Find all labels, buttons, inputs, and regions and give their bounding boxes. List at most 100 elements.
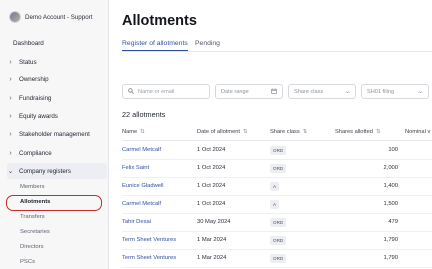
allottee-name-link[interactable]: Carmel Metcalf bbox=[122, 147, 161, 153]
allottee-name-link[interactable]: Eunice Gladwell bbox=[122, 183, 164, 189]
share-class-badge: ORD bbox=[270, 146, 287, 155]
allotment-date: 1 Oct 2024 bbox=[197, 201, 226, 207]
chevron-right-icon: › bbox=[9, 130, 12, 138]
sidebar-item-status[interactable]: › Status bbox=[7, 54, 107, 70]
chevron-right-icon: › bbox=[9, 94, 12, 102]
allotment-date: 1 Mar 2024 bbox=[197, 237, 227, 243]
allotment-date: 1 Oct 2024 bbox=[197, 183, 226, 189]
column-header-share-class[interactable]: Share class ⇅ bbox=[270, 129, 307, 135]
allottee-name-link[interactable]: Carmel Metcalf bbox=[122, 201, 161, 207]
sidebar-subitem-directors[interactable]: Directors bbox=[20, 244, 44, 250]
sidebar-item-label: Status bbox=[19, 58, 37, 66]
table-row[interactable]: Felix Saint 1 Oct 2024 ORD 2,000 bbox=[122, 160, 432, 178]
column-header-label: Nominal v bbox=[405, 129, 431, 135]
column-header-date[interactable]: Date of allotment ⇅ bbox=[197, 129, 248, 135]
share-class-badge: A bbox=[270, 200, 280, 209]
chevron-right-icon: › bbox=[9, 112, 12, 120]
shares-allotted: 100 bbox=[388, 147, 398, 153]
table-row[interactable]: Tahir Desai 30 May 2024 ORD 479 bbox=[122, 214, 432, 232]
column-header-shares-allotted[interactable]: Shares allotted ⇅ bbox=[335, 129, 381, 135]
shares-allotted: 2,000 bbox=[383, 165, 398, 171]
column-header-nominal-value[interactable]: Nominal v bbox=[405, 129, 430, 135]
share-class-badge: ORD bbox=[270, 218, 287, 227]
shares-allotted: 479 bbox=[388, 219, 398, 225]
table-row[interactable]: Carmel Metcalf 1 Oct 2024 ORD 100 bbox=[122, 142, 432, 160]
chevron-down-icon: ⌄ bbox=[7, 167, 14, 175]
share-class-badge: ORD bbox=[270, 164, 287, 173]
sidebar-item-label: Company registers bbox=[19, 167, 71, 175]
sort-icon: ⇅ bbox=[140, 129, 145, 135]
column-header-label: Share class bbox=[270, 129, 300, 135]
allotment-date: 1 Oct 2024 bbox=[197, 165, 226, 171]
sidebar-item-label: Compliance bbox=[19, 149, 52, 157]
sidebar-item-label: Ownership bbox=[19, 75, 49, 83]
column-header-label: Name bbox=[122, 129, 138, 135]
sidebar: Demo Account - Support Dashboard › Statu… bbox=[0, 0, 109, 269]
allottee-name-link[interactable]: Tahir Desai bbox=[122, 219, 151, 225]
filing-label: SH01 filing bbox=[367, 88, 395, 95]
sidebar-subitem-members[interactable]: Members bbox=[20, 184, 45, 190]
table-row[interactable]: Eunice Gladwell 1 Oct 2024 A 1,400 bbox=[122, 178, 432, 196]
chevron-right-icon: › bbox=[9, 58, 12, 66]
share-class-badge: A bbox=[270, 182, 280, 191]
sidebar-item-ownership[interactable]: › Ownership bbox=[7, 71, 107, 87]
share-class-select[interactable]: Share class ⌄ bbox=[288, 84, 356, 99]
chevron-down-icon: ⌄ bbox=[344, 89, 350, 95]
sidebar-item-compliance[interactable]: › Compliance bbox=[7, 145, 107, 161]
table-row[interactable]: Term Sheet Ventures 1 Mar 2024 ORD 1,790 bbox=[122, 250, 432, 268]
sort-icon: ⇅ bbox=[375, 129, 381, 135]
sidebar-item-label: Fundraising bbox=[19, 94, 52, 102]
page-title: Allotments bbox=[122, 13, 197, 29]
share-class-badge: ORD bbox=[270, 236, 287, 245]
sidebar-item-fundraising[interactable]: › Fundraising bbox=[7, 90, 107, 106]
sort-icon: ⇅ bbox=[302, 129, 308, 135]
sidebar-subitem-transfers[interactable]: Transfers bbox=[20, 214, 45, 220]
sidebar-item-stakeholder-management[interactable]: › Stakeholder management bbox=[7, 126, 107, 142]
table-row[interactable]: Carmel Metcalf 1 Oct 2024 A 1,500 bbox=[122, 196, 432, 214]
calendar-icon bbox=[271, 88, 277, 96]
column-header-label: Date of allotment bbox=[197, 129, 240, 135]
chevron-right-icon: › bbox=[9, 149, 12, 157]
allotment-count: 22 allotments bbox=[122, 110, 166, 119]
allottee-name-link[interactable]: Term Sheet Ventures bbox=[122, 237, 176, 243]
sidebar-subitem-allotments[interactable]: Allotments bbox=[20, 199, 50, 205]
sidebar-subitem-secretaries[interactable]: Secretaries bbox=[20, 229, 50, 235]
tab-register-of-allotments[interactable]: Register of allotments bbox=[122, 40, 188, 47]
column-header-name[interactable]: Name ⇅ bbox=[122, 129, 145, 135]
column-header-label: Shares allotted bbox=[335, 129, 373, 135]
sort-icon: ⇅ bbox=[243, 129, 248, 135]
allotment-date: 1 Oct 2024 bbox=[197, 147, 226, 153]
sidebar-item-equity-awards[interactable]: › Equity awards bbox=[7, 108, 107, 124]
sidebar-item-dashboard[interactable]: Dashboard bbox=[13, 40, 44, 47]
sidebar-item-label: Stakeholder management bbox=[19, 130, 90, 138]
search-field[interactable] bbox=[122, 84, 210, 99]
allottee-name-link[interactable]: Felix Saint bbox=[122, 165, 149, 171]
sidebar-item-company-registers[interactable]: ⌄ Company registers bbox=[7, 163, 107, 179]
avatar bbox=[9, 11, 21, 23]
allotment-date: 30 May 2024 bbox=[197, 219, 231, 225]
search-icon bbox=[128, 87, 134, 96]
date-range-filter[interactable]: Date range bbox=[215, 84, 283, 99]
filing-select[interactable]: SH01 filing ⌄ bbox=[361, 84, 429, 99]
allottee-name-link[interactable]: Term Sheet Ventures bbox=[122, 255, 176, 261]
table-header-divider bbox=[122, 140, 432, 141]
account-name: Demo Account - Support bbox=[25, 13, 93, 21]
tab-pending[interactable]: Pending bbox=[195, 40, 220, 47]
table-row[interactable]: Term Sheet Ventures 1 Mar 2024 ORD 1,790 bbox=[122, 232, 432, 250]
share-class-label: Share class bbox=[294, 88, 324, 95]
main-content: Allotments Register of allotments Pendin… bbox=[109, 0, 432, 269]
share-class-badge: ORD bbox=[270, 254, 287, 263]
active-tab-indicator bbox=[122, 50, 188, 52]
sidebar-subitem-pscs[interactable]: PSCs bbox=[20, 259, 35, 265]
shares-allotted: 1,500 bbox=[383, 201, 398, 207]
shares-allotted: 1,790 bbox=[383, 255, 398, 261]
chevron-right-icon: › bbox=[9, 75, 12, 83]
date-range-label: Date range bbox=[221, 88, 249, 95]
account-switcher[interactable]: Demo Account - Support bbox=[9, 11, 92, 23]
shares-allotted: 1,400 bbox=[383, 183, 398, 189]
sidebar-item-label: Equity awards bbox=[19, 112, 58, 120]
search-input[interactable] bbox=[138, 88, 198, 95]
shares-allotted: 1,790 bbox=[383, 237, 398, 243]
chevron-down-icon: ⌄ bbox=[417, 89, 423, 95]
allotment-date: 1 Mar 2024 bbox=[197, 255, 227, 261]
